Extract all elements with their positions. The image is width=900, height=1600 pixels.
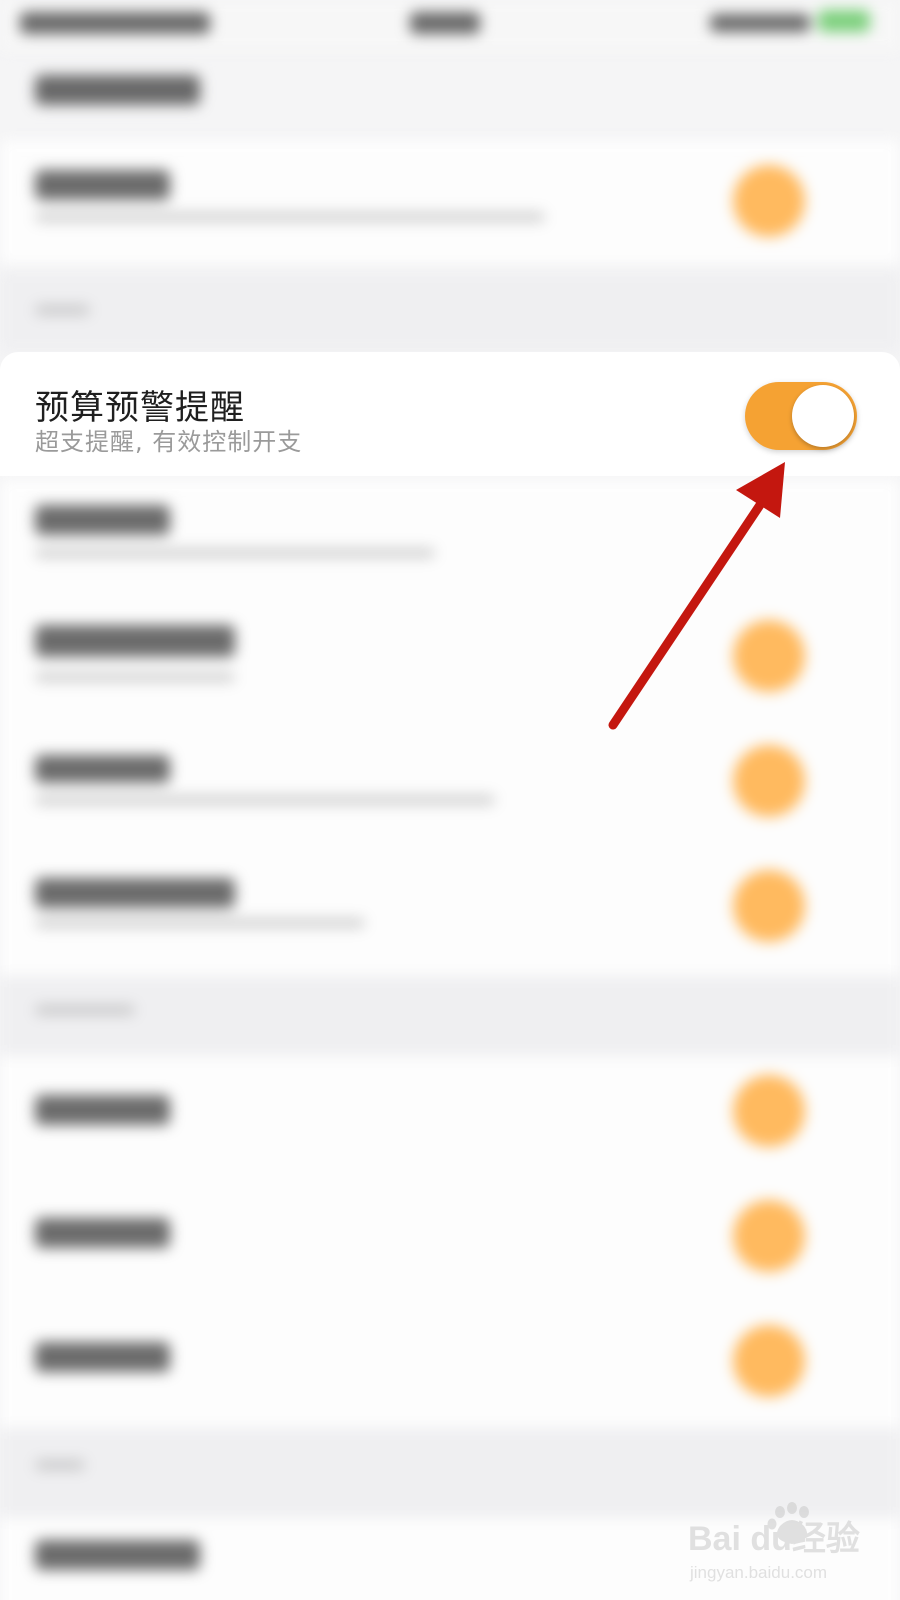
baidu-watermark-icon: Bai du经验 jingyan.baidu.com bbox=[688, 1502, 860, 1582]
settings-screen: 预算预警提醒 超支提醒, 有效控制开支 Bai du经验 jingyan.bai… bbox=[0, 0, 900, 1600]
toggle-knob bbox=[792, 385, 854, 447]
watermark-url-text: jingyan.baidu.com bbox=[689, 1563, 827, 1582]
watermark-logo-text: Bai du经验 bbox=[688, 1519, 860, 1558]
blurred-background bbox=[0, 0, 900, 1600]
budget-alert-setting-row: 预算预警提醒 超支提醒, 有效控制开支 bbox=[0, 352, 900, 476]
setting-subtitle: 超支提醒, 有效控制开支 bbox=[35, 428, 303, 456]
budget-alert-toggle[interactable] bbox=[745, 382, 857, 450]
